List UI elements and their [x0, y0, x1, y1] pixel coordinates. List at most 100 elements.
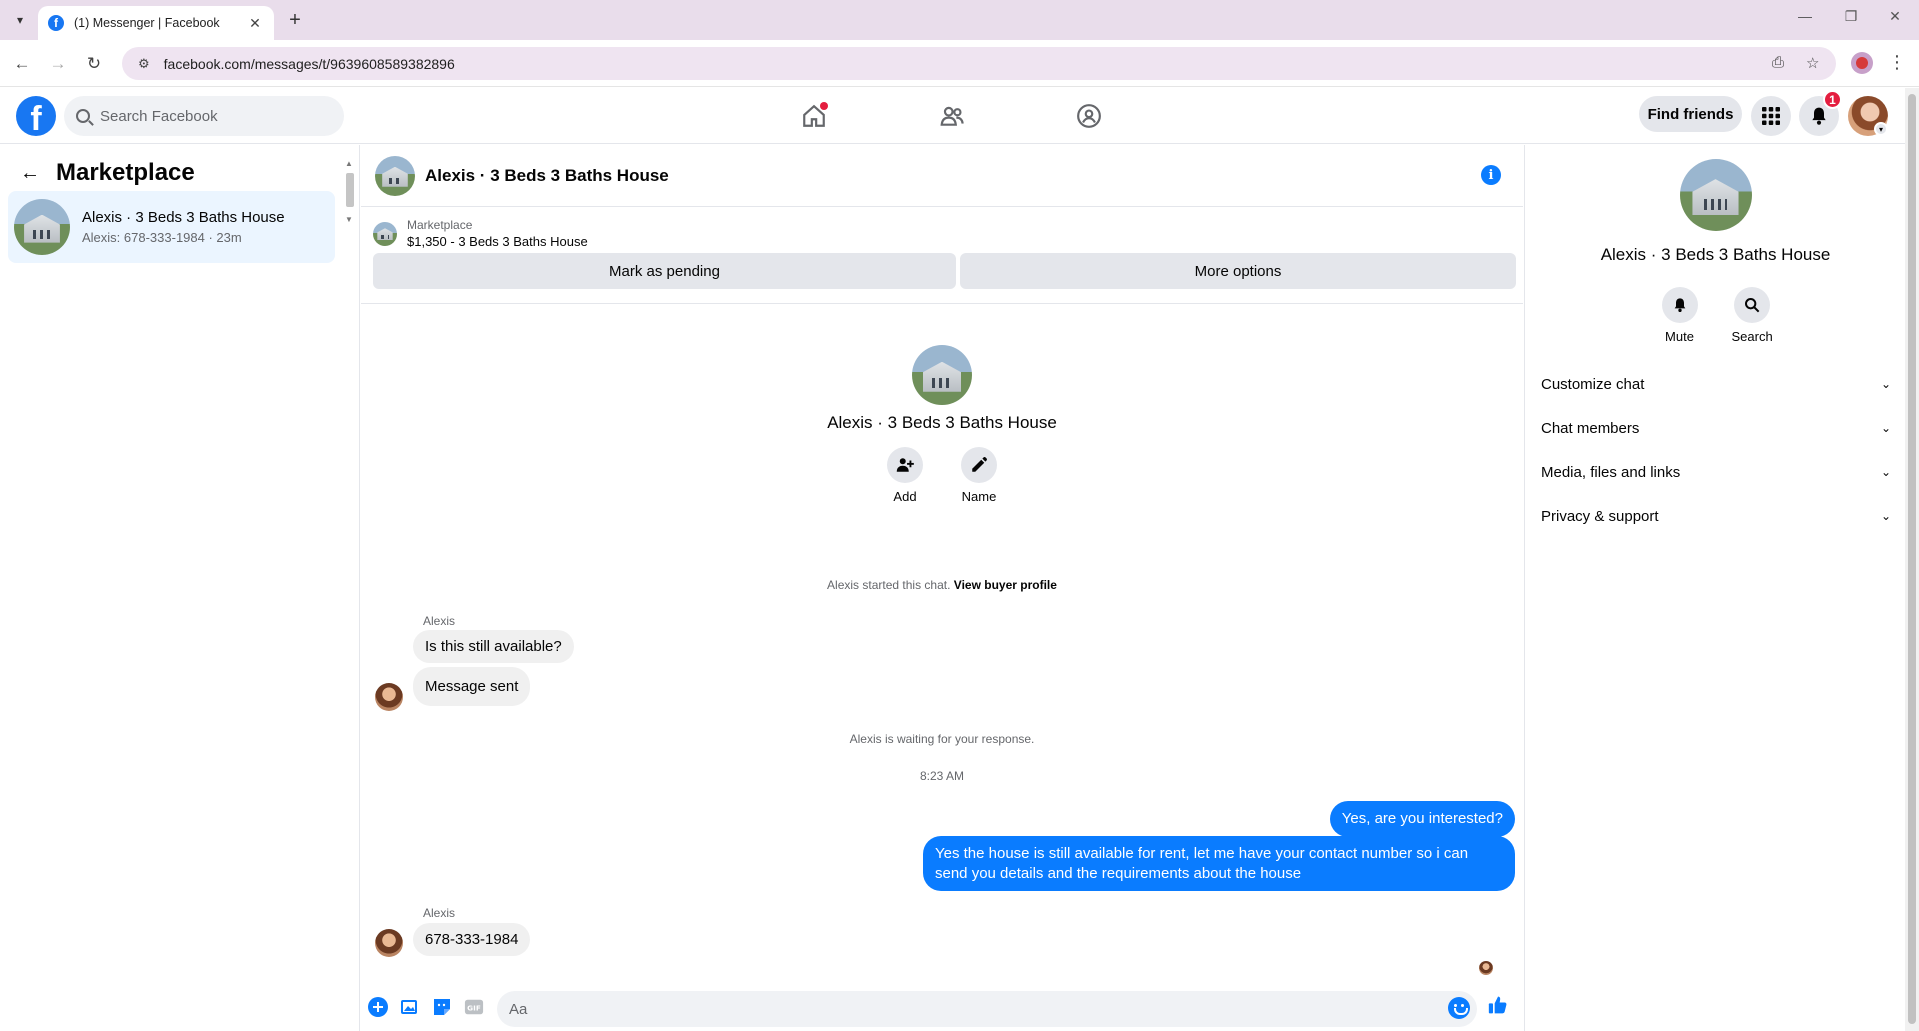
svg-text:GIF: GIF — [467, 1004, 481, 1013]
restore-icon[interactable]: ❐ — [1836, 8, 1866, 25]
add-people-button[interactable]: Add — [886, 447, 924, 504]
incoming-message-bubble[interactable]: 678-333-1984 — [413, 923, 531, 956]
conversation-name: Alexis · 3 Beds 3 Baths House — [82, 209, 285, 226]
tab-search-chevron-icon[interactable]: ▾ — [8, 9, 32, 31]
browser-toolbar: ← → ↻ ⚙ facebook.com/messages/t/96396085… — [0, 40, 1919, 87]
chat-started-text: Alexis started this chat. — [827, 578, 951, 592]
details-actions: Mute Search — [1525, 287, 1906, 344]
search-in-chat-button[interactable]: Search — [1731, 287, 1773, 344]
reload-icon[interactable]: ↻ — [82, 52, 106, 76]
install-app-icon[interactable]: ⎙ — [1772, 54, 1784, 71]
outgoing-message-bubble[interactable]: Yes, are you interested? — [1329, 801, 1515, 837]
list-item-conversation[interactable]: Alexis · 3 Beds 3 Baths House Alexis: 67… — [8, 191, 335, 263]
back-icon[interactable]: ← — [10, 52, 34, 76]
forward-icon[interactable]: → — [46, 52, 70, 76]
gif-icon[interactable]: GIF — [464, 997, 484, 1017]
emoji-icon[interactable] — [1448, 997, 1470, 1019]
chat-intro: Alexis · 3 Beds 3 Baths House Add Name — [361, 345, 1523, 504]
waiting-notice: Alexis is waiting for your response. — [849, 732, 1035, 746]
mute-button[interactable]: Mute — [1660, 287, 1700, 344]
back-arrow-icon[interactable]: ← — [20, 162, 44, 185]
conversation-preview: Alexis: 678-333-1984 · 23m — [82, 230, 242, 245]
privacy-support-section[interactable]: Privacy & support ⌄ — [1541, 494, 1891, 538]
browser-tab-messenger[interactable]: f (1) Messenger | Facebook ✕ — [38, 6, 274, 40]
chat-details-panel: Alexis · 3 Beds 3 Baths House Mute Searc… — [1524, 145, 1905, 1031]
search-label: Search — [1731, 329, 1773, 344]
attach-photo-icon[interactable] — [400, 997, 420, 1017]
conversation-list-scrollbar[interactable]: ▲ ▼ — [344, 159, 356, 224]
chat-title[interactable]: Alexis · 3 Beds 3 Baths House — [425, 166, 669, 186]
scroll-up-arrow-icon[interactable]: ▲ — [345, 159, 353, 168]
listing-small-thumbnail — [373, 221, 397, 246]
left-panel-header: ← Marketplace — [20, 159, 195, 187]
add-label: Add — [893, 489, 917, 504]
search-input[interactable]: Search Facebook — [64, 96, 344, 136]
scrollbar-thumb[interactable] — [346, 173, 354, 207]
bell-icon — [1812, 107, 1826, 125]
more-actions-plus-icon[interactable] — [368, 997, 388, 1017]
sticker-icon[interactable] — [432, 997, 452, 1017]
menu-grid-button[interactable] — [1751, 96, 1791, 136]
listing-summary[interactable]: Marketplace $1,350 - 3 Beds 3 Baths Hous… — [373, 218, 588, 249]
more-options-button[interactable]: More options — [960, 253, 1516, 289]
mark-as-pending-button[interactable]: Mark as pending — [373, 253, 956, 289]
notifications-button[interactable]: 1 — [1799, 90, 1842, 136]
message-timestamp: 8:23 AM — [919, 769, 965, 783]
incoming-message-bubble[interactable]: Is this still available? — [413, 630, 574, 663]
bell-icon — [1674, 298, 1685, 312]
sender-avatar[interactable] — [375, 929, 403, 957]
sender-avatar[interactable] — [375, 683, 403, 711]
url-text: facebook.com/messages/t/9639608589382896 — [163, 55, 455, 72]
friends-nav-button[interactable] — [932, 96, 972, 136]
groups-nav-button[interactable] — [1069, 96, 1109, 136]
like-thumb-icon[interactable] — [1488, 995, 1508, 1015]
listing-price-title: $1,350 - 3 Beds 3 Baths House — [407, 234, 588, 249]
seen-indicator-avatar — [1479, 961, 1493, 975]
message-sender-name: Alexis — [423, 906, 456, 920]
conversation-list-panel: ← Marketplace Alexis · 3 Beds 3 Baths Ho… — [0, 145, 360, 1031]
find-friends-button[interactable]: Find friends — [1639, 96, 1742, 132]
facebook-logo-icon[interactable]: f — [16, 96, 56, 136]
account-chevron-icon[interactable]: ▾ — [1874, 122, 1888, 136]
chevron-down-icon: ⌄ — [1880, 465, 1891, 479]
chevron-down-icon: ⌄ — [1880, 377, 1891, 391]
page-scrollbar[interactable] — [1905, 88, 1919, 1031]
chevron-down-icon: ⌄ — [1880, 421, 1891, 435]
section-label: Chat members — [1541, 419, 1640, 437]
home-nav-button[interactable] — [794, 96, 834, 136]
page-title: Marketplace — [56, 159, 195, 186]
page-scrollbar-thumb[interactable] — [1908, 94, 1916, 1024]
address-bar[interactable]: ⚙ facebook.com/messages/t/96396085893828… — [122, 47, 1836, 80]
search-placeholder: Search Facebook — [100, 107, 218, 125]
view-buyer-profile-link[interactable]: View buyer profile — [954, 578, 1057, 592]
marketplace-listing-bar: Marketplace $1,350 - 3 Beds 3 Baths Hous… — [361, 208, 1523, 304]
friends-icon — [940, 106, 964, 126]
window-close-icon[interactable]: ✕ — [1880, 8, 1910, 25]
section-label: Customize chat — [1541, 375, 1645, 393]
details-profile: Alexis · 3 Beds 3 Baths House — [1525, 159, 1906, 265]
bookmark-star-icon[interactable]: ☆ — [1806, 54, 1819, 72]
intro-name: Alexis · 3 Beds 3 Baths House — [827, 413, 1057, 432]
site-info-icon[interactable]: ⚙ — [138, 56, 150, 72]
media-files-links-section[interactable]: Media, files and links ⌄ — [1541, 450, 1891, 494]
info-icon[interactable]: i — [1481, 165, 1501, 185]
chat-avatar[interactable] — [375, 155, 415, 196]
scroll-down-arrow-icon[interactable]: ▼ — [345, 215, 353, 224]
tab-close-icon[interactable]: ✕ — [246, 15, 264, 32]
name-chat-button[interactable]: Name — [960, 447, 998, 504]
new-tab-icon[interactable]: + — [283, 9, 307, 31]
incoming-message-bubble[interactable]: Message sent — [413, 667, 531, 706]
section-label: Privacy & support — [1541, 507, 1659, 525]
outgoing-message-bubble[interactable]: Yes the house is still available for ren… — [923, 836, 1515, 891]
browser-profile-icon[interactable] — [1851, 52, 1873, 74]
mute-label: Mute — [1665, 329, 1694, 344]
customize-chat-section[interactable]: Customize chat ⌄ — [1541, 362, 1891, 406]
search-icon — [76, 109, 90, 123]
chat-members-section[interactable]: Chat members ⌄ — [1541, 406, 1891, 450]
marketplace-label: Marketplace — [407, 218, 473, 232]
message-input[interactable]: Aa — [497, 991, 1477, 1027]
browser-menu-icon[interactable]: ⋮ — [1888, 52, 1906, 73]
add-person-icon — [896, 458, 914, 472]
minimize-icon[interactable]: — — [1790, 8, 1820, 24]
details-avatar[interactable] — [1679, 159, 1752, 231]
